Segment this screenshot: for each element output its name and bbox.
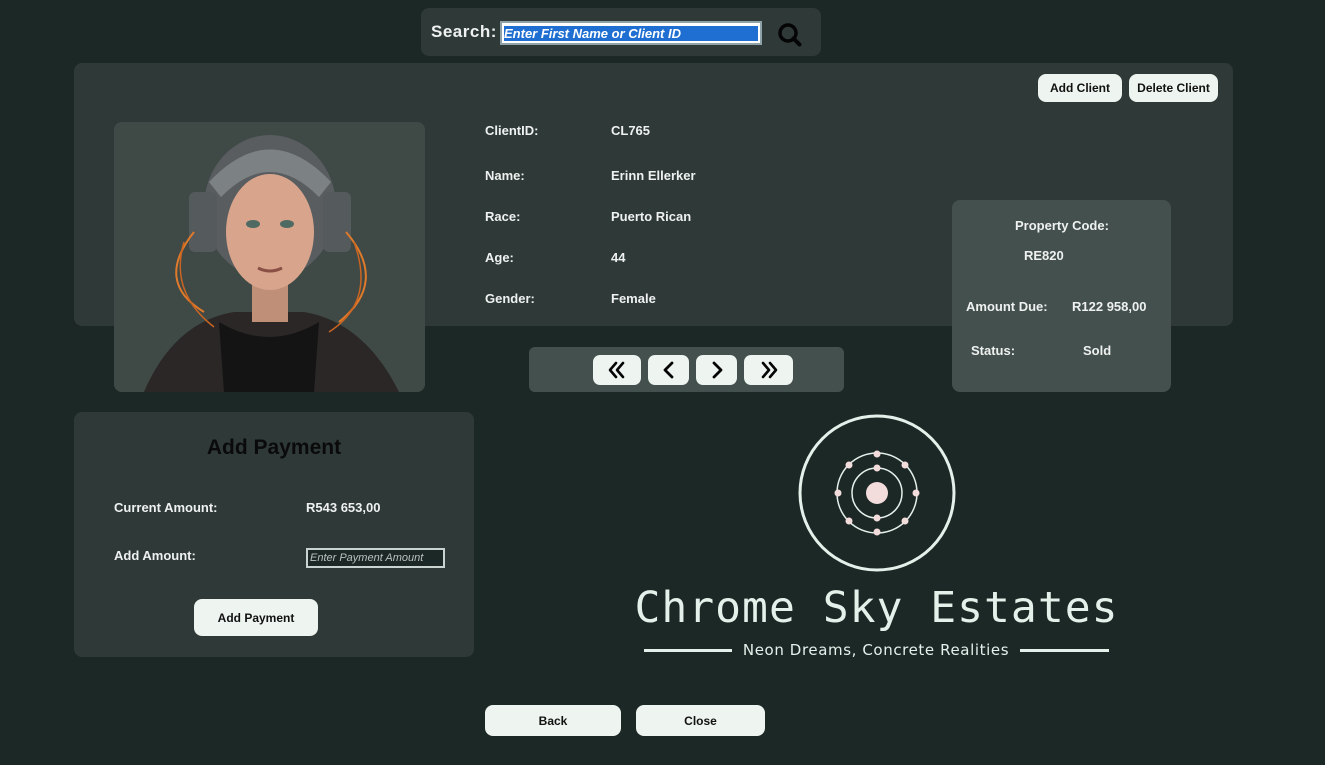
current-amount-value: R543 653,00 xyxy=(306,500,381,515)
property-code-value: RE820 xyxy=(1024,248,1064,263)
amount-due-label: Amount Due: xyxy=(966,299,1048,314)
gender-value: Female xyxy=(611,291,656,306)
property-card: Property Code: RE820 Amount Due: R122 95… xyxy=(952,200,1171,392)
status-label: Status: xyxy=(971,343,1016,358)
current-amount-label: Current Amount: xyxy=(114,500,218,515)
search-button[interactable] xyxy=(777,22,803,48)
name-value: Erinn Ellerker xyxy=(611,168,696,183)
amount-due-value: R122 958,00 xyxy=(1072,299,1147,314)
race-label: Race: xyxy=(485,209,521,224)
client-id-value: CL765 xyxy=(611,123,651,138)
age-value: 44 xyxy=(611,250,626,265)
gender-label: Gender: xyxy=(485,291,535,306)
first-record-button[interactable] xyxy=(593,355,641,385)
property-code-label: Property Code: xyxy=(1015,218,1109,233)
payment-amount-input[interactable] xyxy=(306,548,445,568)
record-navigation xyxy=(529,347,844,392)
double-chevron-right-icon xyxy=(761,361,777,379)
tagline-rule-right xyxy=(1020,649,1109,652)
race-value: Puerto Rican xyxy=(611,209,692,224)
search-icon xyxy=(778,23,802,47)
search-bar: Search: xyxy=(421,8,821,56)
brand-name: Chrome Sky Estates xyxy=(634,583,1119,633)
payment-title: Add Payment xyxy=(206,436,342,459)
delete-client-button[interactable]: Delete Client xyxy=(1129,74,1218,102)
search-input[interactable] xyxy=(500,21,762,45)
brand-tagline: Neon Dreams, Concrete Realities xyxy=(742,641,1010,659)
chevron-right-icon xyxy=(712,361,722,379)
name-label: Name: xyxy=(485,168,525,183)
add-payment-button[interactable]: Add Payment xyxy=(194,599,318,636)
add-payment-panel: Add Payment Current Amount: R543 653,00 … xyxy=(74,412,474,657)
add-client-button[interactable]: Add Client xyxy=(1038,74,1122,102)
tagline-rule-left xyxy=(644,649,732,652)
client-photo xyxy=(114,122,425,392)
double-chevron-left-icon xyxy=(608,361,625,379)
chevron-left-icon xyxy=(663,361,673,379)
close-button[interactable]: Close xyxy=(636,705,765,736)
search-label: Search: xyxy=(431,22,497,41)
client-id-label: ClientID: xyxy=(485,123,539,138)
next-record-button[interactable] xyxy=(696,355,737,385)
back-button[interactable]: Back xyxy=(485,705,621,736)
status-value: Sold xyxy=(1083,343,1112,358)
age-label: Age: xyxy=(485,250,514,265)
last-record-button[interactable] xyxy=(744,355,793,385)
add-amount-label: Add Amount: xyxy=(114,548,196,563)
atom-logo-icon xyxy=(798,414,956,572)
previous-record-button[interactable] xyxy=(648,355,689,385)
